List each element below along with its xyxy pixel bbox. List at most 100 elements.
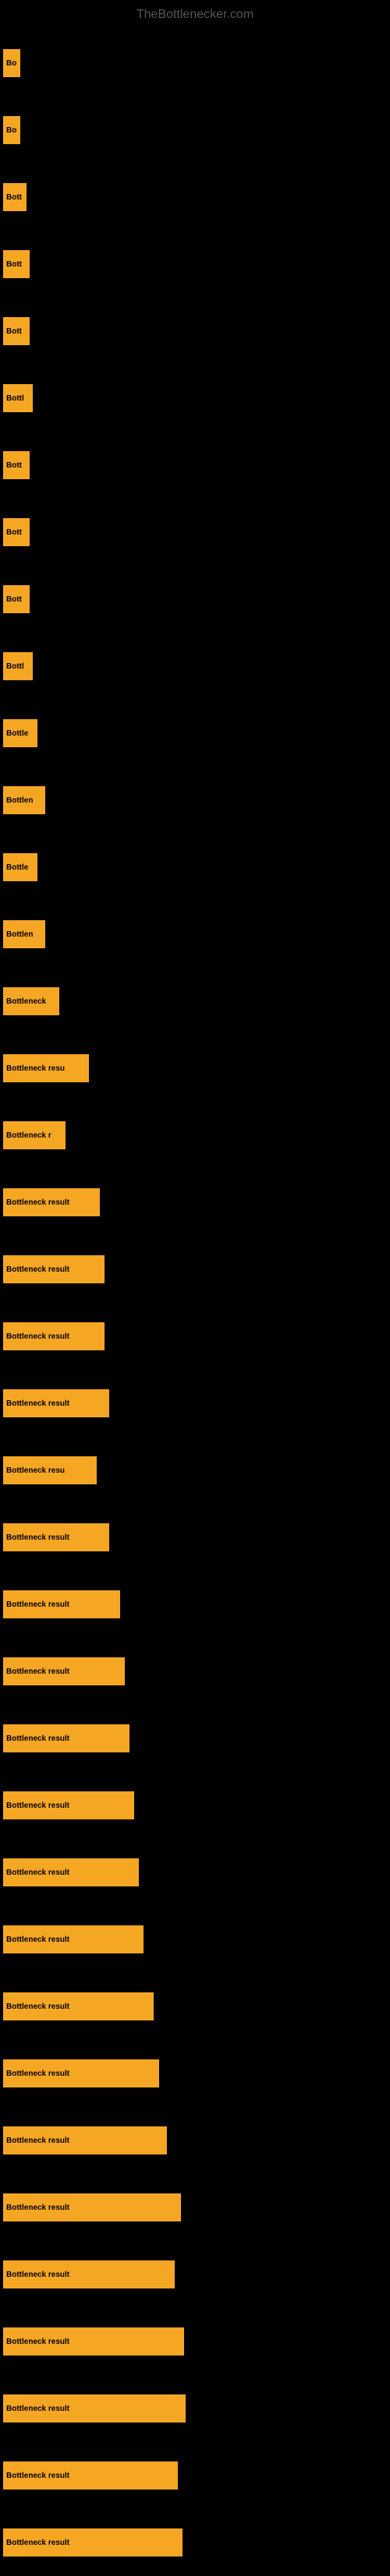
bar: Bottleneck result: [3, 1925, 144, 1953]
bar: Bottl: [3, 652, 33, 680]
bar-label: Bottleneck result: [6, 2070, 69, 2078]
bar: Bottleneck result: [3, 1992, 154, 2020]
bar-label: Bott: [6, 260, 22, 269]
bar-label: Bottleneck result: [6, 2003, 69, 2011]
bar: Bott: [3, 585, 30, 613]
bar-row: Bottleneck result: [0, 1973, 390, 2040]
bar: Bottleneck result: [3, 2260, 175, 2288]
bar-row: Bottleneck r: [0, 1102, 390, 1169]
bar: Bo: [3, 49, 20, 77]
bar-label: Bottleneck result: [6, 1734, 69, 1743]
bar-label: Bott: [6, 193, 22, 202]
bar-label: Bottlen: [6, 930, 33, 939]
bar-label: Bott: [6, 461, 22, 470]
bar-row: Bottleneck result: [0, 2308, 390, 2375]
bar: Bottleneck result: [3, 2193, 181, 2221]
bar-label: Bottleneck result: [6, 1533, 69, 1542]
bar-row: Bottle: [0, 834, 390, 901]
bar-label: Bo: [6, 59, 16, 68]
bar-row: Bott: [0, 164, 390, 231]
bar-label: Bottleneck resu: [6, 1466, 65, 1475]
bar-label: Bottleneck result: [6, 2271, 69, 2279]
bar: Bottleneck resu: [3, 1456, 97, 1484]
bar-label: Bottlen: [6, 796, 33, 805]
bar-label: Bott: [6, 327, 22, 336]
bar-row: Bottleneck result: [0, 2174, 390, 2241]
bar-label: Bottleneck result: [6, 1600, 69, 1609]
bar-row: Bottl: [0, 365, 390, 432]
bar-row: Bottleneck result: [0, 1236, 390, 1303]
bar-label: Bottleneck result: [6, 1332, 69, 1341]
bar-label: Bottleneck result: [6, 1801, 69, 1810]
bar-label: Bottleneck result: [6, 2338, 69, 2346]
bar: Bottleneck r: [3, 1121, 66, 1149]
bar-row: Bottleneck result: [0, 2040, 390, 2107]
bar-row: Bottleneck result: [0, 1169, 390, 1236]
bar: Bott: [3, 518, 30, 546]
bar: Bottleneck result: [3, 1590, 120, 1618]
bar: Bottleneck result: [3, 1657, 125, 1685]
bar: Bottleneck result: [3, 1322, 105, 1350]
bar-row: Bottleneck: [0, 968, 390, 1035]
bar-label: Bott: [6, 595, 22, 604]
bar: Bott: [3, 317, 30, 345]
bar-row: Bottlen: [0, 901, 390, 968]
bar: Bottleneck result: [3, 2327, 184, 2355]
bar-label: Bottleneck result: [6, 1265, 69, 1274]
bar-label: Bottleneck result: [6, 1399, 69, 1408]
bar-label: Bottle: [6, 863, 28, 872]
bar: Bott: [3, 451, 30, 479]
bar-label: Bottleneck: [6, 997, 46, 1006]
bar-label: Bottleneck r: [6, 1131, 51, 1140]
bar-label: Bottleneck result: [6, 1198, 69, 1207]
bar-label: Bottleneck result: [6, 2405, 69, 2413]
bar-row: Bottleneck result: [0, 1370, 390, 1437]
bar-row: Bottleneck result: [0, 2509, 390, 2576]
bar: Bottleneck result: [3, 1724, 129, 1752]
bar-row: Bott: [0, 432, 390, 499]
bar: Bo: [3, 116, 20, 144]
bar-row: Bo: [0, 97, 390, 164]
bar: Bottleneck result: [3, 1858, 139, 1886]
bar-label: Bottl: [6, 662, 24, 671]
bar-label: Bottleneck resu: [6, 1064, 65, 1073]
bar-label: Bo: [6, 126, 16, 135]
bar-row: Bottleneck result: [0, 1303, 390, 1370]
bar-label: Bottleneck result: [6, 1936, 69, 1944]
site-title: TheBottlenecker.com: [0, 0, 390, 30]
bar-label: Bottleneck result: [6, 1667, 69, 1676]
bar-row: Bottle: [0, 700, 390, 767]
bar-row: Bottleneck result: [0, 1705, 390, 1772]
bar: Bottleneck result: [3, 2461, 178, 2490]
bar-label: Bottle: [6, 729, 28, 738]
bar: Bottleneck resu: [3, 1054, 89, 1082]
bar: Bottleneck: [3, 987, 59, 1015]
bar-row: Bott: [0, 298, 390, 365]
bar: Bottleneck result: [3, 1523, 109, 1551]
bar-row: Bottleneck result: [0, 1571, 390, 1638]
bar: Bottleneck result: [3, 1188, 100, 1216]
bar-row: Bottl: [0, 633, 390, 700]
bar: Bott: [3, 183, 27, 211]
bar-row: Bottleneck result: [0, 1839, 390, 1906]
bar: Bottleneck result: [3, 1255, 105, 1283]
bar: Bottlen: [3, 920, 45, 948]
bar-label: Bottleneck result: [6, 1868, 69, 1877]
bar: Bott: [3, 250, 30, 278]
bar-row: Bott: [0, 499, 390, 566]
bar: Bottle: [3, 853, 37, 881]
bar-row: Bottleneck result: [0, 2241, 390, 2308]
bar: Bottleneck result: [3, 1389, 109, 1417]
bar-row: Bo: [0, 30, 390, 97]
bar: Bottle: [3, 719, 37, 747]
bar-row: Bottleneck result: [0, 2375, 390, 2442]
bars-container: Bo Bo Bott Bott Bott Bottl Bott Bott Bott Bottl Bo…: [0, 30, 390, 2576]
bar-row: Bottleneck result: [0, 1638, 390, 1705]
bar-row: Bottleneck result: [0, 1504, 390, 1571]
bar-label: Bottleneck result: [6, 2137, 69, 2145]
bar-label: Bottleneck result: [6, 2204, 69, 2212]
bar-label: Bottleneck result: [6, 2472, 69, 2480]
bar-row: Bottleneck resu: [0, 1035, 390, 1102]
bar: Bottleneck result: [3, 1791, 134, 1819]
bar-label: Bott: [6, 528, 22, 537]
